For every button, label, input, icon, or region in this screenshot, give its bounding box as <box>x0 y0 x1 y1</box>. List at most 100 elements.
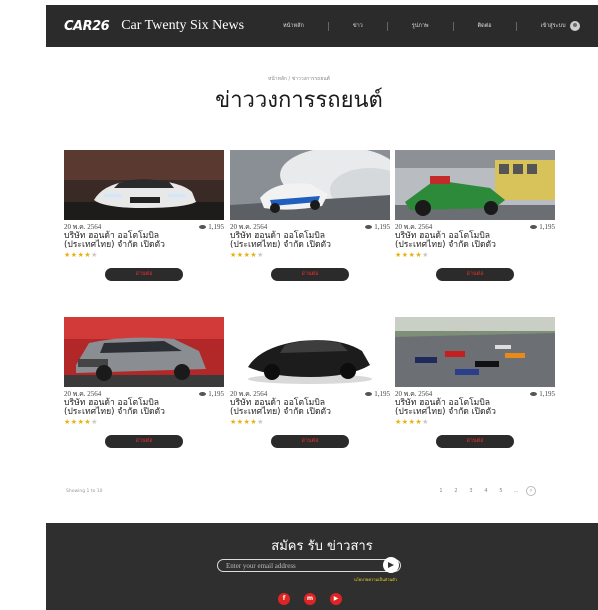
card-meta: 20 พ.ค. 2564 1,195 <box>64 389 224 399</box>
card-date: 20 พ.ค. 2564 <box>395 223 433 231</box>
nav-divider <box>515 21 517 31</box>
view-count: 1,195 <box>530 389 555 398</box>
card-title-line: (ประเทศไทย) จำกัด เปิดตัว <box>230 407 331 417</box>
messenger-icon[interactable]: m <box>304 593 316 605</box>
news-card[interactable]: 20 พ.ค. 2564 1,195 บริษัท ฮอนด้า ออโตโมบ… <box>230 150 390 281</box>
main-nav: หน้าหลัก ข่าว รูปภาพ ติดต่อ เข้าสู่ระบบ <box>283 5 580 47</box>
card-date: 20 พ.ค. 2564 <box>64 223 102 231</box>
next-page-icon[interactable]: › <box>526 486 536 496</box>
read-more-button[interactable]: อ่านต่อ <box>105 435 183 448</box>
read-more-button[interactable]: อ่านต่อ <box>436 268 514 281</box>
showing-count: Showing 1 to 10 <box>66 489 103 494</box>
news-thumbnail-grey-suv[interactable] <box>64 317 224 387</box>
nav-item-gallery[interactable]: รูปภาพ <box>412 22 429 30</box>
send-icon <box>388 562 394 568</box>
card-date: 20 พ.ค. 2564 <box>230 390 268 398</box>
card-title[interactable]: บริษัท ฮอนด้า ออโตโมบิล (ประเทศไทย) จำกั… <box>395 399 555 417</box>
view-count-value: 1,195 <box>539 222 555 231</box>
view-count-value: 1,195 <box>208 389 224 398</box>
card-title[interactable]: บริษัท ฮอนด้า ออโตโมบิล (ประเทศไทย) จำกั… <box>230 399 390 417</box>
site-title[interactable]: Car Twenty Six News <box>121 18 244 34</box>
privacy-policy-link[interactable]: นโยบายความเป็นส่วนตัว <box>354 576 397 583</box>
read-more-button[interactable]: อ่านต่อ <box>105 268 183 281</box>
newsletter-title: สมัคร รับ ข่าวสาร <box>271 539 373 554</box>
card-title-line: (ประเทศไทย) จำกัด เปิดตัว <box>395 407 496 417</box>
news-card[interactable]: 20 พ.ค. 2564 1,195 บริษัท ฮอนด้า ออโตโมบ… <box>395 150 555 281</box>
card-title-line: (ประเทศไทย) จำกัด เปิดตัว <box>64 240 165 250</box>
news-card[interactable]: 20 พ.ค. 2564 1,195 บริษัท ฮอนด้า ออโตโมบ… <box>64 317 224 448</box>
star-icon: ★ <box>395 418 402 426</box>
card-title[interactable]: บริษัท ฮอนด้า ออโตโมบิล (ประเทศไทย) จำกั… <box>395 232 555 250</box>
nav-item-home[interactable]: หน้าหลัก <box>283 22 304 30</box>
news-card[interactable]: 20 พ.ค. 2564 1,195 บริษัท ฮอนด้า ออโตโมบ… <box>395 317 555 448</box>
page-ellipsis: ... <box>513 488 519 494</box>
eye-icon <box>530 224 538 229</box>
rating-stars: ★★★★★ <box>395 251 555 259</box>
news-card[interactable]: 20 พ.ค. 2564 1,195 บริษัท ฮอนด้า ออโตโมบ… <box>64 150 224 281</box>
news-thumbnail-dragster[interactable] <box>395 150 555 220</box>
page-link[interactable]: 2 <box>451 488 461 494</box>
star-icon: ★ <box>236 251 244 259</box>
eye-icon <box>530 391 538 396</box>
star-icon: ★ <box>401 418 409 426</box>
card-meta: 20 พ.ค. 2564 1,195 <box>395 389 555 399</box>
eye-icon <box>365 224 373 229</box>
card-title[interactable]: บริษัท ฮอนด้า ออโตโมบิล (ประเทศไทย) จำกั… <box>230 232 390 250</box>
card-date: 20 พ.ค. 2564 <box>230 223 268 231</box>
eye-icon <box>199 224 207 229</box>
news-thumbnail-white-sedan[interactable] <box>64 150 224 220</box>
read-more-button[interactable]: อ่านต่อ <box>436 435 514 448</box>
card-date: 20 พ.ค. 2564 <box>395 390 433 398</box>
nav-item-contact[interactable]: ติดต่อ <box>478 22 492 30</box>
user-icon <box>569 21 580 31</box>
youtube-icon[interactable]: ▶ <box>330 593 342 605</box>
subscribe-button[interactable] <box>383 557 399 573</box>
page-link[interactable]: 4 <box>481 488 491 494</box>
star-icon: ★ <box>64 251 71 259</box>
star-icon: ★ <box>257 418 264 426</box>
read-more-button[interactable]: อ่านต่อ <box>271 435 349 448</box>
rating-stars: ★★★★★ <box>64 418 224 426</box>
newsletter-footer: สมัคร รับ ข่าวสาร นโยบายความเป็นส่วนตัว … <box>46 523 598 610</box>
login-label: เข้าสู่ระบบ <box>540 23 566 29</box>
nav-divider <box>386 21 388 31</box>
rating-stars: ★★★★★ <box>395 418 555 426</box>
rating-stars: ★★★★★ <box>64 251 224 259</box>
page-title: ข่าววงการรถยนต์ <box>215 88 383 113</box>
news-thumbnail-formula-one[interactable] <box>395 317 555 387</box>
card-meta: 20 พ.ค. 2564 1,195 <box>64 222 224 232</box>
view-count-value: 1,195 <box>374 389 390 398</box>
card-meta: 20 พ.ค. 2564 1,195 <box>230 389 390 399</box>
news-card[interactable]: 20 พ.ค. 2564 1,195 บริษัท ฮอนด้า ออโตโมบ… <box>230 317 390 448</box>
star-icon: ★ <box>230 251 237 259</box>
star-icon: ★ <box>422 418 429 426</box>
card-title-line: (ประเทศไทย) จำกัด เปิดตัว <box>64 407 165 417</box>
site-logo[interactable]: CAR26 <box>64 19 110 34</box>
star-icon: ★ <box>257 251 264 259</box>
card-title[interactable]: บริษัท ฮอนด้า ออโตโมบิล (ประเทศไทย) จำกั… <box>64 232 224 250</box>
email-field[interactable] <box>217 559 401 572</box>
rating-stars: ★★★★★ <box>230 418 390 426</box>
page-link[interactable]: 1 <box>436 488 446 494</box>
star-icon: ★ <box>230 418 237 426</box>
news-thumbnail-drift-car[interactable] <box>230 150 390 220</box>
eye-icon <box>365 391 373 396</box>
login-link[interactable]: เข้าสู่ระบบ <box>541 21 580 31</box>
view-count-value: 1,195 <box>374 222 390 231</box>
star-icon: ★ <box>422 251 429 259</box>
nav-divider <box>327 21 329 31</box>
news-thumbnail-black-hatchback[interactable] <box>230 317 390 387</box>
star-icon: ★ <box>70 251 78 259</box>
star-icon: ★ <box>236 418 244 426</box>
nav-divider <box>452 21 454 31</box>
nav-item-news[interactable]: ข่าว <box>353 22 363 30</box>
facebook-icon[interactable]: f <box>278 593 290 605</box>
view-count: 1,195 <box>365 389 390 398</box>
card-title-line: (ประเทศไทย) จำกัด เปิดตัว <box>230 240 331 250</box>
read-more-button[interactable]: อ่านต่อ <box>271 268 349 281</box>
page-link[interactable]: 3 <box>466 488 476 494</box>
card-date: 20 พ.ค. 2564 <box>64 390 102 398</box>
card-title[interactable]: บริษัท ฮอนด้า ออโตโมบิล (ประเทศไทย) จำกั… <box>64 399 224 417</box>
rating-stars: ★★★★★ <box>230 251 390 259</box>
page-link[interactable]: 5 <box>496 488 506 494</box>
